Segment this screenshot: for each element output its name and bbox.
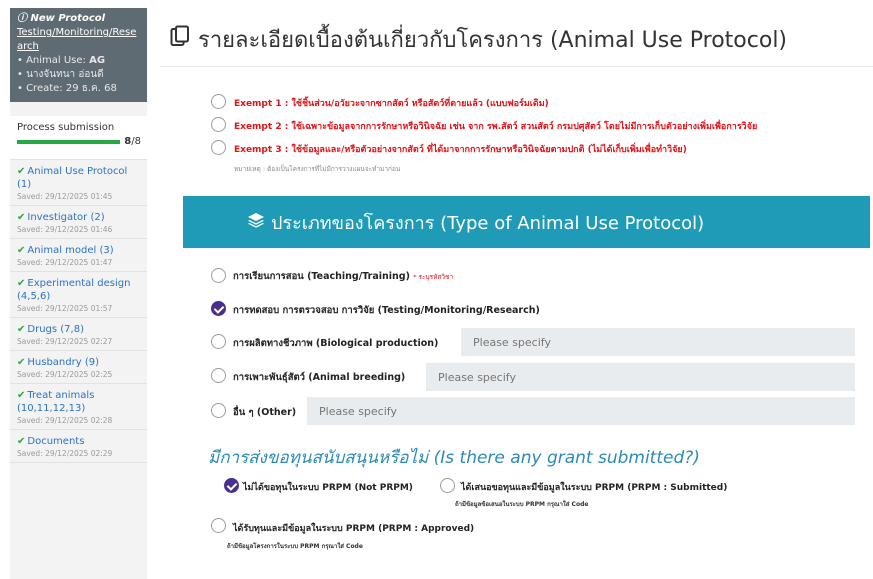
create-date: Create: 29 ธ.ค. 68: [26, 83, 117, 94]
exempt-1-radio[interactable]: [211, 94, 226, 109]
grant-title: มีการส่งขอทุนสนับสนุนหรือไม่ (Is there a…: [208, 448, 700, 468]
grant-not-prpm-radio[interactable]: [224, 478, 239, 493]
exempt-2-label[interactable]: Exempt 2 : ใช้เฉพาะข้อมูลจากการรักษาหรือ…: [234, 119, 757, 133]
type-other-radio[interactable]: [211, 403, 226, 418]
check-icon: ✔: [17, 324, 26, 335]
layers-icon-svg: [248, 213, 264, 228]
step-label: Treat animals (10,11,12,13): [17, 390, 95, 414]
grant-submitted-note: ถ้ามีข้อมูลข้อเสนอในระบบ PRPM กรุณาใส่ C…: [455, 501, 589, 508]
step-label: Animal Use Protocol (1): [17, 166, 128, 190]
page-title-text: รายละเอียดเบื้องต้นเกี่ยวกับโครงการ (Ani…: [198, 28, 788, 53]
type-testing-label[interactable]: การทดสอบ การตรวจสอบ การวิจัย (Testing/Mo…: [233, 303, 540, 318]
protocol-type-link[interactable]: Testing/Monitoring/Research: [17, 26, 140, 54]
exempt-1-label[interactable]: Exempt 1 : ใช้ชิ้นส่วน/อวัยวะจากซากสัตว์…: [234, 96, 549, 110]
step-saved: Saved: 29/12/2025 02:25: [17, 370, 113, 379]
check-icon: ✔: [17, 357, 26, 368]
type-testing-radio[interactable]: [211, 301, 226, 316]
other-specify-input[interactable]: [307, 397, 855, 425]
step-label: Drugs (7,8): [27, 324, 84, 335]
exempt-note: หมายเหตุ : ต้องเป็นโครงการที่ไม่มีการวาง…: [234, 165, 401, 173]
animal-use-value: AG: [89, 55, 106, 66]
step-item-experimental-design[interactable]: ✔ Experimental design (4,5,6) Saved: 29/1…: [10, 272, 147, 318]
process-progress-fill: [17, 139, 121, 144]
header-divider: [160, 66, 873, 67]
check-icon: ✔: [17, 245, 26, 256]
protocol-title-row: ⓘ New Protocol: [17, 12, 140, 26]
type-breeding-radio[interactable]: [211, 368, 226, 383]
step-label: Animal model (3): [27, 245, 114, 256]
check-icon: ✔: [17, 278, 26, 289]
step-item-investigator[interactable]: ✔ Investigator (2) Saved: 29/12/2025 01:4…: [10, 206, 147, 239]
animal-use-row: • Animal Use: AG: [17, 55, 106, 66]
step-label: Investigator (2): [27, 212, 105, 223]
process-label: Process submission: [17, 122, 115, 133]
type-other-label[interactable]: อื่น ๆ (Other): [233, 405, 296, 420]
step-saved: Saved: 29/12/2025 01:47: [17, 258, 113, 267]
grant-approved-label[interactable]: ได้รับทุนและมีข้อมูลในระบบ PRPM (PRPM : …: [233, 521, 474, 535]
page-title: รายละเอียดเบื้องต้นเกี่ยวกับโครงการ (Ani…: [170, 22, 787, 57]
check-icon: ✔: [17, 436, 26, 447]
type-biological-label[interactable]: การผลิตทางชีวภาพ (Biological production): [233, 336, 438, 351]
check-icon: ✔: [17, 166, 26, 177]
biological-specify-input[interactable]: [461, 328, 855, 356]
type-biological-radio[interactable]: [211, 334, 226, 349]
step-saved: Saved: 29/12/2025 01:45: [17, 192, 113, 201]
create-row: • Create: 29 ธ.ค. 68: [17, 83, 117, 94]
exempt-3-radio[interactable]: [211, 140, 226, 155]
sidebar: ⓘ New Protocol Testing/Monitoring/Resear…: [10, 8, 147, 579]
step-saved: Saved: 29/12/2025 01:57: [17, 304, 113, 313]
process-total: /8: [131, 136, 141, 147]
animal-use-label: Animal Use:: [26, 55, 86, 66]
step-label: Husbandry (9): [27, 357, 99, 368]
step-item-documents[interactable]: ✔ Documents Saved: 29/12/2025 02:29: [10, 430, 147, 463]
owner-row: • นางจันทนา อ่อนดี: [17, 69, 104, 80]
info-circle-icon: ⓘ: [17, 13, 27, 24]
process-submission: Process submission 8/8: [10, 116, 147, 160]
grant-not-prpm-label[interactable]: ไม่ได้ขอทุนในระบบ PRPM (Not PRPM): [243, 480, 413, 494]
type-teaching-label[interactable]: การเรียนการสอน (Teaching/Training) * ระบ…: [233, 269, 453, 284]
protocol-summary: ⓘ New Protocol Testing/Monitoring/Resear…: [10, 8, 147, 102]
step-saved: Saved: 29/12/2025 01:46: [17, 225, 113, 234]
step-item-animal-model[interactable]: ✔ Animal model (3) Saved: 29/12/2025 01:4…: [10, 239, 147, 272]
breeding-specify-input[interactable]: [426, 363, 855, 391]
grant-submitted-radio[interactable]: [440, 478, 455, 493]
clipboard-icon-svg: [170, 25, 189, 46]
step-item-treat-animals[interactable]: ✔ Treat animals (10,11,12,13) Saved: 29/1…: [10, 384, 147, 430]
process-progress-bar: [17, 139, 121, 144]
grant-submitted-label[interactable]: ได้เสนอขอทุนและมีข้อมูลในระบบ PRPM (PRPM…: [461, 480, 727, 494]
step-saved: Saved: 29/12/2025 02:29: [17, 449, 113, 458]
grant-approved-note: ถ้ามีข้อมูลโครงการในระบบ PRPM กรุณาใส่ C…: [227, 543, 363, 550]
step-label: Experimental design (4,5,6): [17, 278, 131, 302]
required-note: * ระบุรหัสวิชา: [413, 273, 454, 281]
step-saved: Saved: 29/12/2025 02:27: [17, 337, 113, 346]
layers-icon: [247, 212, 265, 232]
type-section-header: ประเภทของโครงการ (Type of Animal Use Pro…: [183, 196, 870, 248]
process-count: 8/8: [124, 136, 141, 147]
step-item-husbandry[interactable]: ✔ Husbandry (9) Saved: 29/12/2025 02:25: [10, 351, 147, 384]
step-item-drugs[interactable]: ✔ Drugs (7,8) Saved: 29/12/2025 02:27: [10, 318, 147, 351]
protocol-title: New Protocol: [30, 13, 106, 24]
type-breeding-label[interactable]: การเพาะพันธุ์สัตว์ (Animal breeding): [233, 370, 405, 385]
type-teaching-radio[interactable]: [211, 268, 226, 283]
step-item-animal-use-protocol[interactable]: ✔ Animal Use Protocol (1) Saved: 29/12/20…: [10, 160, 147, 206]
clipboard-icon: [170, 25, 190, 53]
type-teaching-text: การเรียนการสอน (Teaching/Training): [233, 271, 410, 282]
grant-approved-radio[interactable]: [211, 518, 226, 533]
step-saved: Saved: 29/12/2025 02:28: [17, 416, 113, 425]
process-bar-row: 8/8: [17, 136, 141, 147]
step-list: ✔ Animal Use Protocol (1) Saved: 29/12/20…: [10, 160, 147, 463]
check-icon: ✔: [17, 390, 26, 401]
step-label: Documents: [27, 436, 85, 447]
exempt-2-radio[interactable]: [211, 117, 226, 132]
exempt-3-label[interactable]: Exempt 3 : ใช้ข้อมูลและ/หรือตัวอย่างจากส…: [234, 142, 687, 156]
type-section-title: ประเภทของโครงการ (Type of Animal Use Pro…: [271, 212, 705, 234]
owner-name: นางจันทนา อ่อนดี: [26, 69, 104, 80]
check-icon: ✔: [17, 212, 26, 223]
